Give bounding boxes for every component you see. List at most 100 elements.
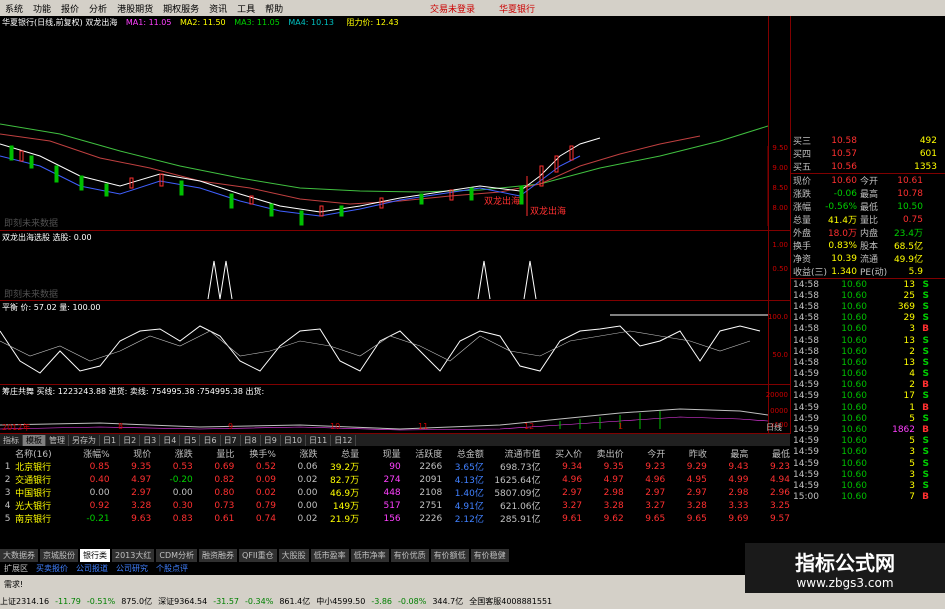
sector-tab[interactable]: QFII重仓 [239,548,277,562]
sector-tab[interactable]: 银行类 [80,548,110,562]
tab-14[interactable]: 日11 [306,434,332,446]
tab-6[interactable]: 日3 [140,434,161,446]
tab-5[interactable]: 日2 [120,434,141,446]
tick-time: 14:58 [793,290,819,301]
column-header[interactable]: 最低 [748,447,790,460]
column-header[interactable]: 买入价 [541,447,582,460]
stock-name[interactable]: 光大银行 [15,499,68,512]
sector-tab[interactable]: 大数据券 [0,548,38,562]
row-index: 5 [4,513,11,524]
menu-item-news[interactable]: 资讯 [204,2,232,15]
sector-tab[interactable]: 大股股 [278,548,309,562]
extension-link[interactable]: 公司报道 [72,563,112,574]
table-cell: 9.34 [562,461,583,472]
table-row[interactable]: 3 中国银行 0.00 2.97 0.00 0.80 0.02 0.00 46.9万 448 210… [0,486,790,500]
sector-tab[interactable]: 2013大红 [112,548,155,562]
column-header[interactable]: 换手% [234,447,276,460]
table-row[interactable]: 4 光大银行 0.92 3.28 0.30 0.73 0.79 0.00 149万 517 2751… [0,499,790,513]
tab-3[interactable]: 另存为 [69,434,100,446]
tab-8[interactable]: 日5 [180,434,201,446]
column-header[interactable]: 涨跌 [276,447,318,460]
tick-row: 14:59 10.60 5 S [791,458,945,469]
tick-direction: B [922,380,929,391]
y-tick: 8.50 [772,184,788,192]
sector-tab[interactable]: 有价稳健 [470,548,509,562]
extension-link[interactable]: 买卖报价 [32,563,72,574]
column-header[interactable]: 名称(16) [15,447,68,460]
y-tick: 0.50 [772,265,788,273]
table-cell: 0.00 [172,487,193,498]
sector-tab[interactable]: 低市盈率 [310,548,349,562]
balance-panel[interactable]: 平衡 价: 57.02 量: 100.00 100.0 50.0 [0,301,790,385]
table-cell: 3.33 [728,500,749,511]
menu-item-options[interactable]: 期权服务 [158,2,204,15]
sector-tab[interactable]: 有价优质 [390,548,429,562]
column-header[interactable]: 现价 [110,447,151,460]
tick-price: 10.60 [841,425,867,436]
tab-12[interactable]: 日9 [261,434,281,446]
tick-direction: B [922,402,929,413]
tab-11[interactable]: 日8 [241,434,261,446]
column-header[interactable]: 昨收 [665,447,707,460]
stat-value: -0.06 [833,188,857,199]
column-header[interactable]: 最高 [707,447,748,460]
tab-0[interactable]: 指标 [0,434,23,446]
tick-row: 14:59 10.60 1 B [791,402,945,413]
stock-name[interactable]: 交通银行 [15,473,68,486]
table-cell: 9.61 [562,513,583,524]
table-cell: 9.29 [686,461,707,472]
column-header[interactable]: 今开 [624,447,665,460]
sector-tab[interactable]: CDM分析 [156,548,198,562]
stock-name[interactable]: 北京银行 [15,460,68,473]
table-cell: 0.30 [172,500,193,511]
table-cell: 3.27 [562,500,583,511]
column-header[interactable]: 流通市值 [484,447,541,460]
tick-row: 14:58 10.60 3 B [791,324,945,335]
column-header[interactable]: 总金额 [442,447,484,460]
signal-panel[interactable]: 双龙出海选股 选股: 0.00 即刻未来数据 1.00 0.50 [0,231,790,301]
table-cell: 0.73 [214,500,235,511]
sector-tab[interactable]: 京城股份 [40,548,78,562]
extension-link[interactable]: 公司研究 [112,563,152,574]
tab-13[interactable]: 日10 [281,434,307,446]
menu-item-hk-futures[interactable]: 港股期货 [112,2,158,15]
table-row[interactable]: 5 南京银行 -0.21 9.63 0.83 0.61 0.74 0.02 21.9万 156 22… [0,512,790,526]
chart-area[interactable]: 华夏银行(日线,前复权) 双龙出海 MA1: 11.05 MA2: 11.50 … [0,16,790,434]
extension-link[interactable]: 个股点评 [152,563,192,574]
sector-tab[interactable]: 融资融券 [199,548,238,562]
column-header[interactable]: 涨幅% [68,447,110,460]
tab-2[interactable]: 管理 [46,434,69,446]
menu-item-help[interactable]: 帮助 [260,2,288,15]
column-header[interactable]: 卖出价 [582,447,624,460]
tab-9[interactable]: 日6 [200,434,221,446]
menu-item-analysis[interactable]: 分析 [84,2,112,15]
menu-item-system[interactable]: 系统 [0,2,28,15]
trade-login-status[interactable]: 交易未登录 [430,2,475,15]
table-cell: 0.80 [214,487,235,498]
candle [339,205,344,217]
tick-direction: S [922,413,929,424]
sector-tab[interactable]: 有价额低 [430,548,469,562]
menu-item-tools[interactable]: 工具 [232,2,260,15]
table-row[interactable]: 1 北京银行 0.85 9.35 0.53 0.69 0.52 0.06 39.2万 90 2266… [0,460,790,474]
sector-tab[interactable]: 低市净率 [350,548,389,562]
kline-panel[interactable]: 华夏银行(日线,前复权) 双龙出海 MA1: 11.05 MA2: 11.50 … [0,16,790,231]
tab-4[interactable]: 日1 [100,434,121,446]
menu-item-function[interactable]: 功能 [28,2,56,15]
column-header[interactable]: 总量 [318,447,359,460]
tab-1[interactable]: 模板 [23,434,46,446]
column-header[interactable]: 活跃度 [401,447,442,460]
tick-row: 14:59 10.60 5 S [791,413,945,424]
stock-name[interactable]: 南京银行 [15,512,68,525]
column-header[interactable]: 现量 [359,447,401,460]
menu-item-quote[interactable]: 报价 [56,2,84,15]
table-row[interactable]: 2 交通银行 0.40 4.97 -0.20 0.82 0.09 0.02 82.7万 274 20… [0,473,790,487]
column-header[interactable]: 量比 [193,447,234,460]
tab-7[interactable]: 日4 [160,434,181,446]
extension-link[interactable]: 扩展区 [0,563,32,574]
tick-price: 10.60 [841,402,867,413]
tab-10[interactable]: 日7 [221,434,241,446]
stock-name[interactable]: 中国银行 [15,486,68,499]
tab-15[interactable]: 日12 [331,434,357,446]
column-header[interactable]: 涨跌 [151,447,193,460]
